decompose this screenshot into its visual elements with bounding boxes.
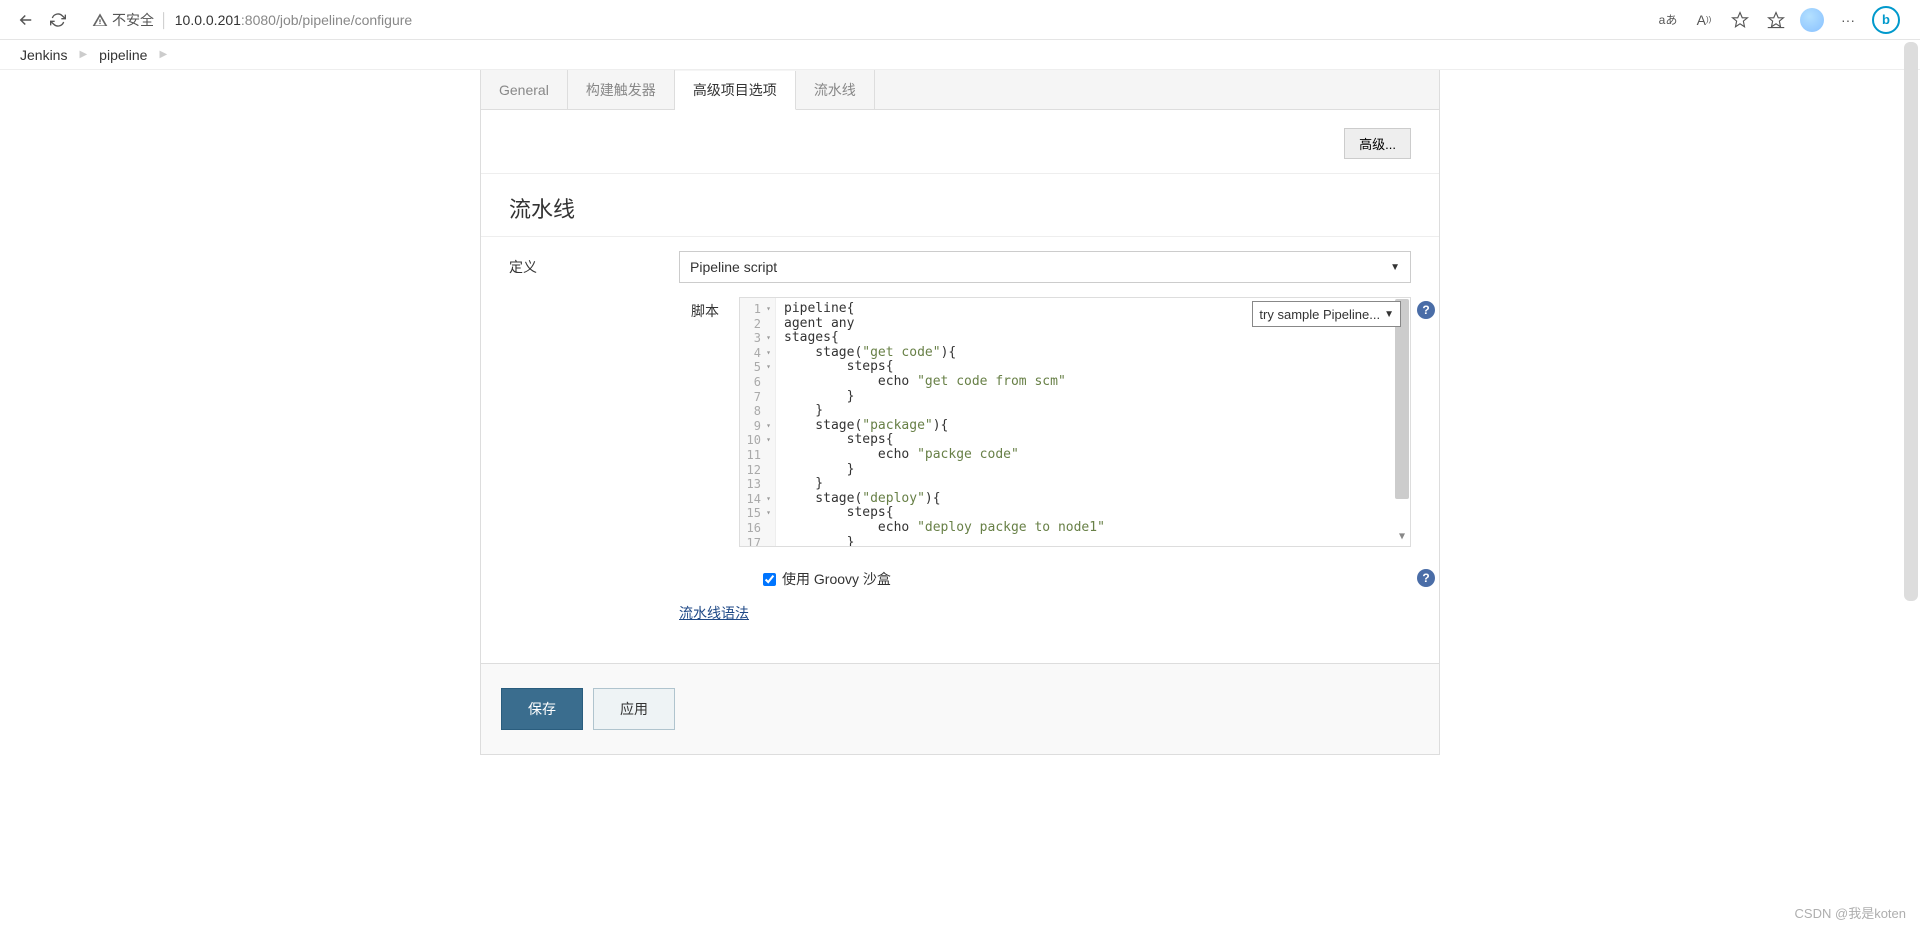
editor-gutter: 1234567891011121314151617 [740,298,776,546]
breadcrumb-pipeline[interactable]: pipeline [99,47,147,63]
help-icon[interactable]: ? [1417,301,1435,319]
breadcrumb-jenkins[interactable]: Jenkins [20,47,67,63]
apply-button[interactable]: 应用 [593,688,675,730]
watermark: CSDN @我是koten [1795,903,1906,922]
chevron-down-icon: ▼ [1390,262,1400,273]
favorite-icon[interactable] [1728,8,1752,32]
pipeline-syntax-link[interactable]: 流水线语法 [679,605,749,621]
editor-scrollbar[interactable] [1395,299,1409,499]
script-label: 脚本 [509,297,739,547]
security-label: 不安全 [112,10,154,30]
warning-icon [92,12,108,28]
editor-code[interactable]: pipeline{agent anystages{ stage("get cod… [776,298,1410,546]
definition-select[interactable]: Pipeline script ▼ [679,251,1411,283]
section-title-pipeline: 流水线 [481,174,1439,237]
toolbar-right: aあ A)) ··· b [1656,6,1910,34]
address-bar[interactable]: 不安全 │ 10.0.0.201:8080/job/pipeline/confi… [82,6,1648,34]
bing-icon[interactable]: b [1872,6,1900,34]
breadcrumb: Jenkins ▶ pipeline ▶ [0,40,1920,70]
sample-pipeline-select[interactable]: try sample Pipeline... ▼ [1252,301,1401,327]
scroll-down-icon[interactable]: ▼ [1395,531,1409,545]
sandbox-checkbox[interactable] [763,573,776,586]
advanced-button[interactable]: 高级... [1344,128,1411,159]
tab-advanced-options[interactable]: 高级项目选项 [675,71,796,110]
chevron-right-icon: ▶ [159,49,167,60]
chevron-down-icon: ▼ [1384,309,1394,320]
sandbox-label: 使用 Groovy 沙盒 [782,569,891,589]
url-host: 10.0.0.201 [175,12,241,28]
save-button[interactable]: 保存 [501,688,583,730]
favorites-list-icon[interactable] [1764,8,1788,32]
url-port: :8080 [241,12,276,28]
tab-build-triggers[interactable]: 构建触发器 [568,70,675,109]
script-editor[interactable]: 1234567891011121314151617 pipeline{agent… [739,297,1411,547]
refresh-button[interactable] [42,4,74,36]
more-icon[interactable]: ··· [1836,8,1860,32]
definition-label: 定义 [509,251,679,277]
url-path: /job/pipeline/configure [276,12,412,28]
browser-toolbar: 不安全 │ 10.0.0.201:8080/job/pipeline/confi… [0,0,1920,40]
chevron-right-icon: ▶ [79,49,87,60]
help-icon[interactable]: ? [1417,569,1435,587]
tab-general[interactable]: General [481,70,568,109]
tab-pipeline[interactable]: 流水线 [796,70,875,109]
config-tabs: General 构建触发器 高级项目选项 流水线 [481,70,1439,110]
translate-icon[interactable]: aあ [1656,8,1680,32]
profile-avatar[interactable] [1800,8,1824,32]
page-scrollbar[interactable] [1904,42,1918,601]
config-panel: General 构建触发器 高级项目选项 流水线 高级... 流水线 定义 Pi… [480,70,1440,755]
back-button[interactable] [10,4,42,36]
definition-value: Pipeline script [690,259,777,275]
sample-label: try sample Pipeline... [1259,307,1380,322]
read-aloud-icon[interactable]: A)) [1692,8,1716,32]
separator: │ [160,12,169,28]
